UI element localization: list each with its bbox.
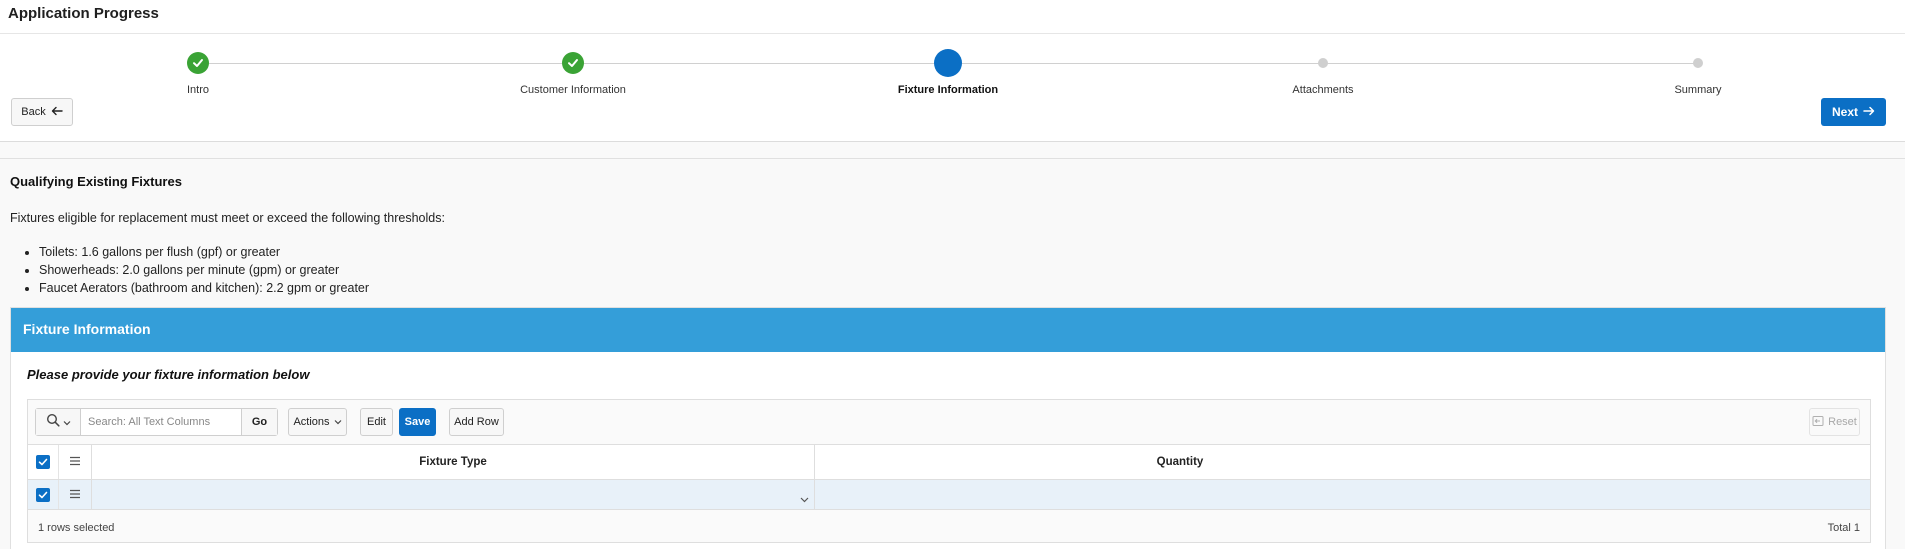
next-button[interactable]: Next bbox=[1821, 98, 1886, 126]
page-title: Application Progress bbox=[8, 5, 159, 22]
step-label: Fixture Information bbox=[897, 84, 999, 96]
back-button[interactable]: Back bbox=[11, 98, 73, 126]
checkbox-checked-icon bbox=[36, 487, 50, 502]
step-label: Attachments bbox=[1292, 84, 1354, 96]
search-group: Search: All Text Columns Go bbox=[35, 408, 278, 436]
arrow-left-icon bbox=[51, 106, 63, 119]
interactive-grid: Search: All Text Columns Go Actions Edit… bbox=[27, 399, 1871, 543]
check-icon bbox=[187, 52, 209, 74]
search-column-selector[interactable] bbox=[36, 409, 81, 435]
go-button[interactable]: Go bbox=[241, 409, 277, 435]
actions-label: Actions bbox=[293, 416, 330, 428]
add-row-button[interactable]: Add Row bbox=[449, 408, 504, 436]
reset-icon bbox=[1812, 415, 1824, 430]
list-item: Faucet Aerators (bathroom and kitchen): … bbox=[39, 279, 369, 297]
chevron-down-icon[interactable] bbox=[800, 490, 809, 508]
chevron-down-icon bbox=[63, 413, 71, 431]
grid-toolbar: Search: All Text Columns Go Actions Edit… bbox=[28, 400, 1870, 444]
current-step-marker bbox=[934, 49, 962, 77]
arrow-right-icon bbox=[1863, 105, 1875, 119]
quantity-cell[interactable] bbox=[815, 480, 1545, 509]
chevron-down-icon bbox=[334, 416, 342, 428]
step-label: Customer Information bbox=[520, 84, 626, 96]
list-item: Showerheads: 2.0 gallons per minute (gpm… bbox=[39, 261, 369, 279]
search-input[interactable]: Search: All Text Columns bbox=[81, 409, 241, 435]
row-actions-button[interactable] bbox=[58, 480, 91, 509]
select-all-checkbox[interactable] bbox=[28, 445, 58, 479]
total-count: Total 1 bbox=[1827, 522, 1860, 534]
upcoming-step-marker bbox=[1318, 58, 1328, 68]
list-item: Toilets: 1.6 gallons per flush (gpf) or … bbox=[39, 243, 369, 261]
column-header-fixture-type[interactable]: Fixture Type bbox=[92, 456, 814, 468]
edit-button[interactable]: Edit bbox=[360, 408, 393, 436]
wizard-progress: Intro Customer Information Fixture Infor… bbox=[0, 34, 1905, 142]
row-actions-header[interactable] bbox=[58, 445, 91, 479]
panel-title: Fixture Information bbox=[23, 321, 151, 337]
main-content: Qualifying Existing Fixtures Fixtures el… bbox=[0, 158, 1905, 549]
reset-button[interactable]: Reset bbox=[1809, 408, 1860, 436]
actions-menu-button[interactable]: Actions bbox=[288, 408, 347, 436]
menu-icon bbox=[69, 486, 81, 504]
app-header: Application Progress bbox=[0, 0, 1905, 34]
panel-instructions: Please provide your fixture information … bbox=[27, 367, 310, 382]
intro-text: Fixtures eligible for replacement must m… bbox=[10, 211, 445, 225]
selection-status: 1 rows selected bbox=[38, 522, 115, 534]
save-button[interactable]: Save bbox=[399, 408, 436, 436]
menu-icon bbox=[69, 453, 81, 471]
panel-header: Fixture Information bbox=[11, 308, 1885, 352]
reset-label: Reset bbox=[1828, 416, 1857, 428]
section-heading: Qualifying Existing Fixtures bbox=[10, 174, 182, 189]
row-checkbox[interactable] bbox=[28, 480, 58, 509]
grid-footer: 1 rows selected Total 1 bbox=[28, 512, 1870, 542]
fixture-type-cell[interactable] bbox=[92, 480, 814, 509]
column-header-quantity[interactable]: Quantity bbox=[815, 456, 1545, 468]
check-icon bbox=[562, 52, 584, 74]
fixture-information-panel: Fixture Information Please provide your … bbox=[10, 307, 1886, 549]
step-label: Summary bbox=[1674, 84, 1722, 96]
checkbox-checked-icon bbox=[36, 455, 50, 469]
grid-header-row: Fixture Type Quantity bbox=[28, 444, 1870, 480]
step-label: Intro bbox=[186, 84, 209, 96]
next-button-label: Next bbox=[1831, 105, 1858, 119]
search-icon bbox=[46, 413, 60, 432]
threshold-list: Toilets: 1.6 gallons per flush (gpf) or … bbox=[39, 243, 369, 297]
back-button-label: Back bbox=[21, 106, 46, 118]
table-row[interactable] bbox=[28, 480, 1870, 510]
upcoming-step-marker bbox=[1693, 58, 1703, 68]
